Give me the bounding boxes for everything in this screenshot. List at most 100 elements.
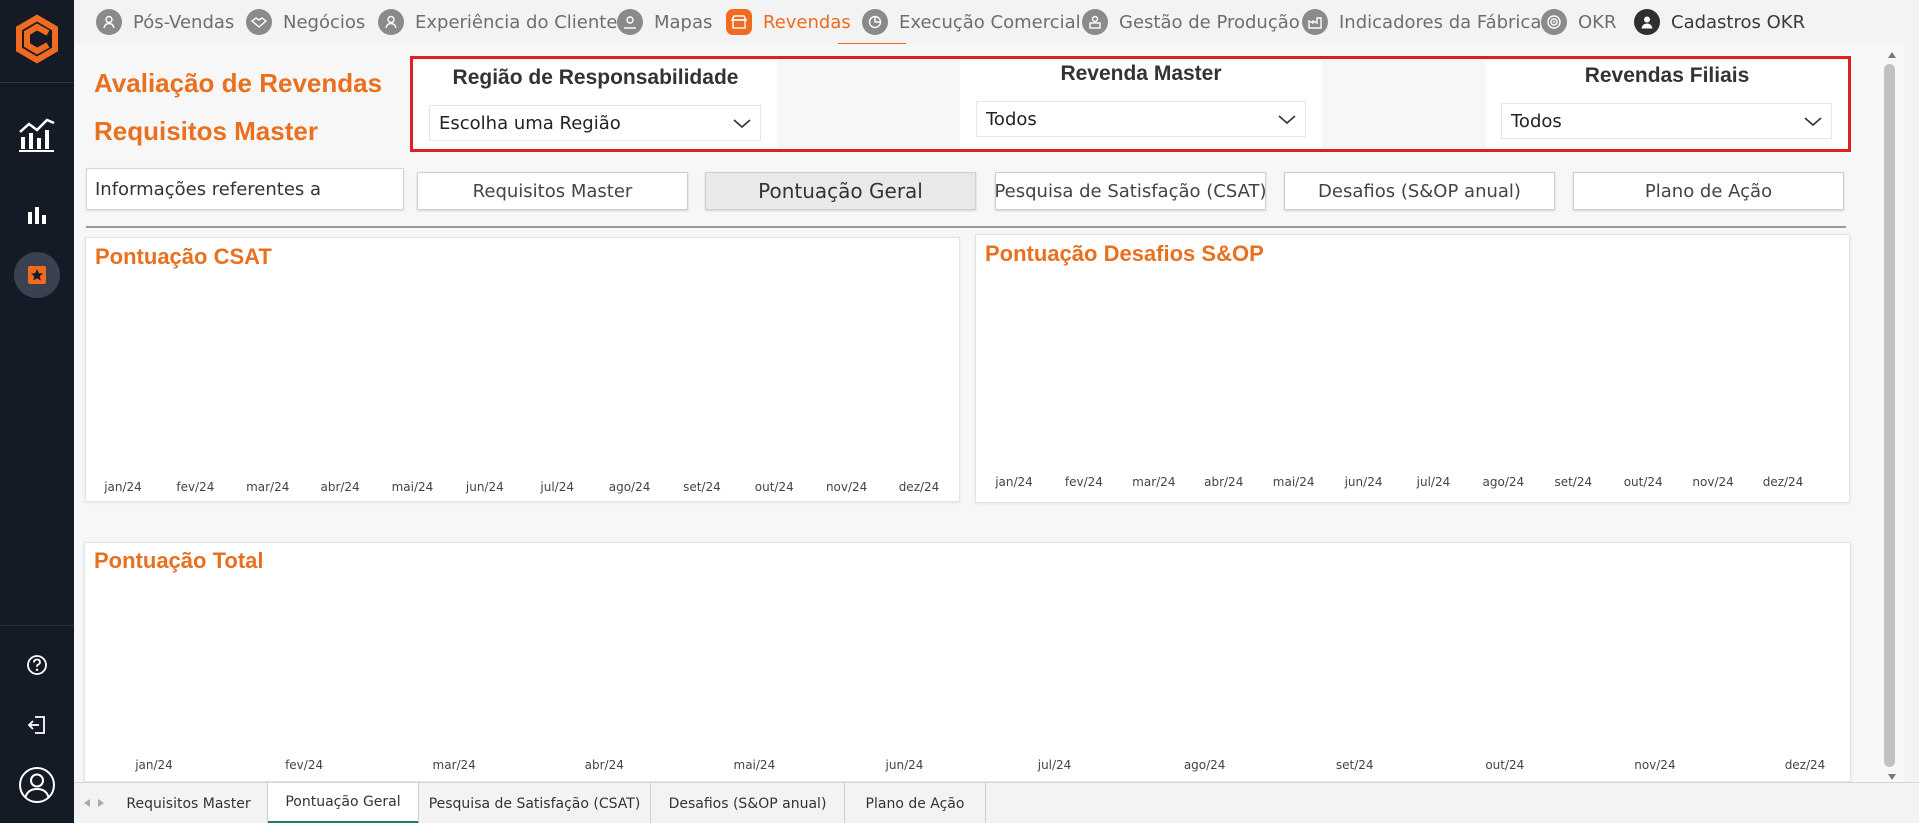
nav-item-mapas[interactable]: Mapas	[617, 0, 712, 44]
target-icon	[1541, 9, 1567, 35]
tab-requisitos-master[interactable]: Requisitos Master	[110, 783, 268, 823]
x-axis-tick-label: abr/24	[1204, 475, 1244, 489]
nav-item-label: Revendas	[763, 11, 851, 33]
chart-pontuacao-csat: Pontuação CSAT jan/24 fev/24 mar/24 abr/24 m…	[85, 237, 960, 502]
nav-item-experiencia-cliente[interactable]: Experiência do Cliente	[378, 0, 617, 44]
nav-item-revendas[interactable]: Revendas	[726, 0, 851, 44]
map-person-icon	[617, 9, 643, 35]
nav-item-label: Indicadores da Fábrica	[1339, 11, 1542, 33]
page-button-requisitos-master[interactable]: Requisitos Master	[417, 172, 688, 210]
x-axis-tick-label: mar/24	[246, 480, 290, 494]
x-axis-tick-label: fev/24	[1064, 475, 1103, 489]
x-axis-tick-label: ago/24	[1183, 758, 1226, 772]
chart-title: Pontuação Desafios S&OP	[985, 241, 1264, 266]
page-button-pesquisa-satisfacao[interactable]: Pesquisa de Satisfação (CSAT)	[994, 172, 1267, 210]
tab-pontuacao-geral[interactable]: Pontuação Geral	[268, 783, 419, 823]
help-icon[interactable]	[14, 642, 60, 688]
report-subtitle: Requisitos Master	[94, 116, 318, 146]
nav-item-gestao-producao[interactable]: Gestão de Produção	[1082, 0, 1300, 44]
sidebar-divider	[0, 82, 74, 83]
chart-pontuacao-desafios-sop: Pontuação Desafios S&OP jan/24 fev/24 mar/…	[975, 234, 1850, 503]
handshake-icon	[246, 9, 272, 35]
x-axis-tick-label: set/24	[1335, 758, 1374, 772]
tab-next-icon[interactable]	[94, 795, 108, 811]
tab-desafios[interactable]: Desafios (S&OP anual)	[651, 783, 845, 823]
x-axis-tick-label: nov/24	[1634, 758, 1676, 772]
x-axis-tick-label: ago/24	[608, 480, 651, 494]
x-axis-tick-label: ago/24	[1482, 475, 1525, 489]
logout-icon[interactable]	[14, 702, 60, 748]
factory-icon	[1302, 9, 1328, 35]
x-axis-tick-label: out/24	[754, 480, 794, 494]
x-axis-tick-label: mai/24	[1272, 475, 1315, 489]
company-logo	[12, 14, 62, 64]
x-axis-tick-label: nov/24	[1692, 475, 1734, 489]
sidebar-divider	[0, 625, 74, 626]
x-axis-tick-label: mar/24	[1132, 475, 1176, 489]
top-navigation: Pós-Vendas Negócios Experiência do Clien…	[74, 0, 1919, 45]
person-icon	[378, 9, 404, 35]
x-axis-tick-label: jun/24	[465, 480, 504, 494]
x-axis-tick-label: fev/24	[176, 480, 215, 494]
x-axis-tick-label: dez/24	[898, 480, 940, 494]
x-axis-tick-label: jun/24	[885, 758, 924, 772]
nav-item-cadastros-okr[interactable]: Cadastros OKR	[1634, 0, 1805, 44]
chart-title: Pontuação CSAT	[95, 244, 272, 269]
x-axis-tick-label: mai/24	[391, 480, 434, 494]
page-button-desafios[interactable]: Desafios (S&OP anual)	[1284, 172, 1555, 210]
nav-item-indicadores-fabrica[interactable]: Indicadores da Fábrica	[1302, 0, 1541, 44]
x-axis-tick-label: abr/24	[584, 758, 624, 772]
nav-item-label: Experiência do Cliente	[415, 11, 618, 33]
chart-title: Pontuação Total	[94, 548, 264, 573]
tab-plano-acao[interactable]: Plano de Ação	[845, 783, 986, 823]
x-axis-tick-label: mai/24	[733, 758, 776, 772]
nav-item-label: Mapas	[654, 11, 713, 33]
nav-item-label: Negócios	[283, 11, 366, 33]
x-axis-tick-label: jan/24	[135, 758, 173, 772]
x-axis-tick-label: nov/24	[825, 480, 868, 494]
nav-item-negocios[interactable]: Negócios	[246, 0, 365, 44]
filter-highlight-box	[410, 56, 1851, 152]
user-icon	[1634, 9, 1660, 35]
nav-item-label: Pós-Vendas	[133, 11, 235, 33]
x-axis-tick-label: mar/24	[432, 758, 476, 772]
scroll-up-icon[interactable]	[1880, 48, 1904, 62]
scrollbar-thumb[interactable]	[1884, 64, 1895, 767]
factory-person-icon	[1082, 9, 1108, 35]
nav-item-execucao-comercial[interactable]: Execução Comercial	[862, 0, 1081, 44]
x-axis-tick-label: jun/24	[1344, 475, 1383, 489]
x-axis-tick-label: jan/24	[995, 475, 1033, 489]
report-title: Avaliação de Revendas	[94, 68, 383, 98]
x-axis-tick-label: dez/24	[1762, 475, 1804, 489]
x-axis-tick-label: out/24	[1485, 758, 1525, 772]
nav-item-pos-vendas[interactable]: Pós-Vendas	[96, 0, 234, 44]
page-tabs-bar: Requisitos Master Pontuação Geral Pesqui…	[74, 782, 1919, 823]
nav-item-label: Gestão de Produção	[1119, 11, 1300, 33]
x-axis-tick-label: fev/24	[285, 758, 324, 772]
x-axis-tick-label: jul/24	[540, 480, 574, 494]
x-axis-tick-label: jan/24	[104, 480, 142, 494]
info-label-box: Informações referentes a	[86, 168, 404, 210]
favorites-icon[interactable]	[14, 252, 60, 298]
x-axis-tick-label: jul/24	[1037, 758, 1072, 772]
nav-item-label: OKR	[1578, 11, 1617, 33]
page-button-plano-acao[interactable]: Plano de Ação	[1573, 172, 1844, 210]
bar-chart-icon[interactable]	[14, 192, 60, 238]
tab-prev-icon[interactable]	[80, 795, 94, 811]
user-profile-icon[interactable]	[14, 762, 60, 808]
tab-pesquisa-satisfacao[interactable]: Pesquisa de Satisfação (CSAT)	[419, 783, 651, 823]
nav-item-okr[interactable]: OKR	[1541, 0, 1616, 44]
left-sidebar	[0, 0, 74, 823]
page-button-pontuacao-geral[interactable]: Pontuação Geral	[705, 172, 976, 210]
dashboard-icon[interactable]	[14, 110, 60, 156]
x-axis-tick-label: set/24	[1554, 475, 1593, 489]
section-divider	[86, 226, 1846, 228]
person-icon	[96, 9, 122, 35]
x-axis-tick-label: abr/24	[320, 480, 360, 494]
pie-chart-icon	[862, 9, 888, 35]
chart-pontuacao-total: Pontuação Total jan/24 fev/24 mar/24 abr/24…	[84, 542, 1851, 782]
x-axis-tick-label: set/24	[683, 480, 721, 494]
nav-item-label: Execução Comercial	[899, 11, 1081, 33]
x-axis-tick-label: dez/24	[1784, 758, 1826, 772]
vertical-scrollbar[interactable]	[1880, 44, 1904, 782]
